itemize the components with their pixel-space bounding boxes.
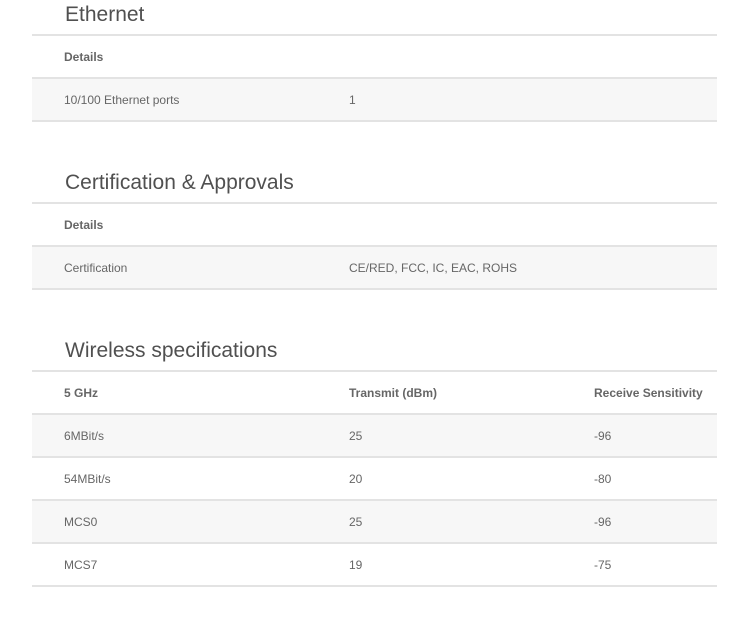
ethernet-row-value: 1 [349,77,717,122]
receive-cell: -96 [594,413,717,457]
ethernet-row-label: 10/100 Ethernet ports [32,77,349,122]
table-row: 10/100 Ethernet ports 1 [32,77,717,122]
transmit-cell: 20 [349,456,594,500]
table-header-row: Details [32,34,717,78]
column-header-transmit: Transmit (dBm) [349,370,594,414]
wireless-title: Wireless specifications [65,339,278,362]
transmit-cell: 25 [349,413,594,457]
transmit-cell: 19 [349,542,594,587]
wireless-section: Wireless specifications 5 GHz Transmit (… [32,339,717,587]
column-header-receive: Receive Sensitivity [594,370,717,414]
rate-cell: MCS0 [32,499,349,543]
transmit-cell: 25 [349,499,594,543]
table-row: MCS0 25 -96 [32,499,717,543]
certification-row-value: CE/RED, FCC, IC, EAC, ROHS [349,245,717,290]
certification-title: Certification & Approvals [65,171,294,194]
table-header-row: 5 GHz Transmit (dBm) Receive Sensitivity [32,370,717,414]
rate-cell: MCS7 [32,542,349,587]
receive-cell: -80 [594,456,717,500]
rate-cell: 6MBit/s [32,413,349,457]
column-header-band: 5 GHz [32,370,349,414]
ethernet-section: Ethernet Details 10/100 Ethernet ports 1 [32,3,717,122]
table-row: 54MBit/s 20 -80 [32,456,717,500]
certification-section: Certification & Approvals Details Certif… [32,171,717,290]
table-header-row: Details [32,202,717,246]
rate-cell: 54MBit/s [32,456,349,500]
certification-row-label: Certification [32,245,349,290]
receive-cell: -75 [594,542,717,587]
ethernet-title: Ethernet [65,3,145,26]
ethernet-details-header: Details [32,34,717,78]
table-row: MCS7 19 -75 [32,542,717,587]
certification-table: Details Certification CE/RED, FCC, IC, E… [32,202,717,290]
table-row: Certification CE/RED, FCC, IC, EAC, ROHS [32,245,717,290]
table-row: 6MBit/s 25 -96 [32,413,717,457]
certification-details-header: Details [32,202,717,246]
ethernet-table: Details 10/100 Ethernet ports 1 [32,34,717,122]
wireless-table: 5 GHz Transmit (dBm) Receive Sensitivity… [32,370,717,587]
receive-cell: -96 [594,499,717,543]
